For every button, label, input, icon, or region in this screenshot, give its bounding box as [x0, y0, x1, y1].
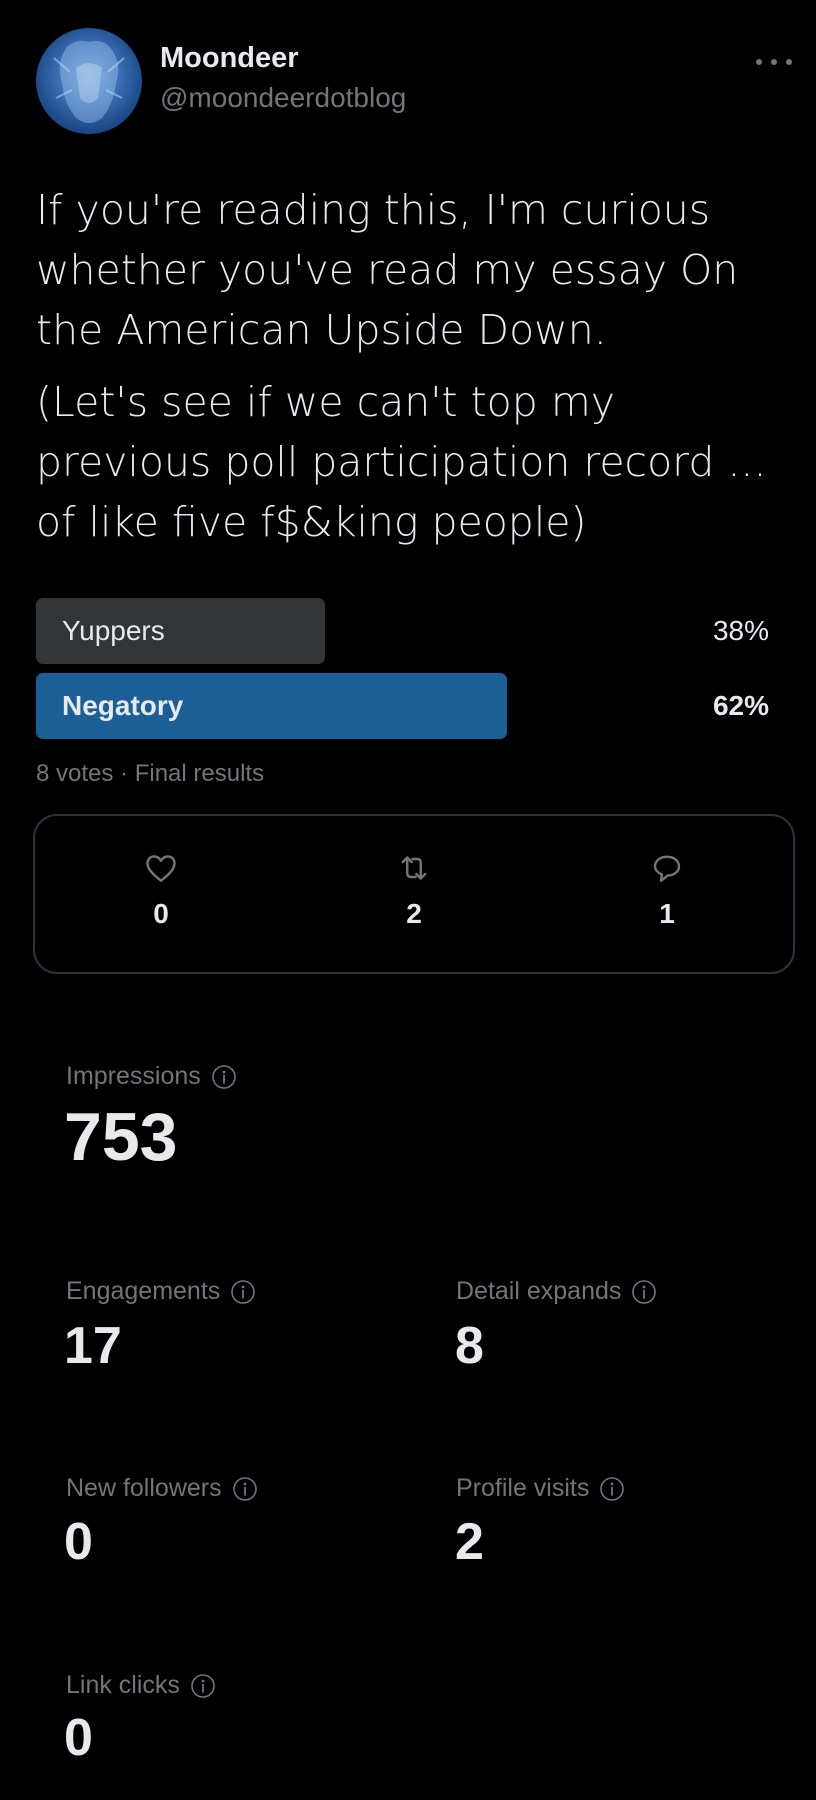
metric-label-text: Link clicks	[66, 1671, 180, 1699]
poll-option-percent: 62%	[712, 690, 769, 721]
metric-profile-visits-value: 2	[455, 1513, 484, 1571]
display-name[interactable]: Moondeer	[160, 42, 299, 75]
reply-button[interactable]: 1	[607, 850, 727, 960]
retweet-button[interactable]: 2	[354, 850, 474, 960]
retweet-count: 2	[406, 898, 422, 929]
avatar[interactable]	[36, 28, 142, 134]
poll-results-meta: 8 votes · Final results	[36, 760, 265, 787]
poll-option-label: Negatory	[62, 690, 184, 721]
metric-new-followers-value: 0	[64, 1513, 93, 1571]
metric-link-clicks-value: 0	[64, 1709, 93, 1767]
like-count: 0	[153, 898, 169, 929]
like-button[interactable]: 0	[101, 850, 221, 960]
poll-option-label: Yuppers	[62, 615, 165, 646]
more-icon[interactable]	[756, 50, 792, 74]
info-icon[interactable]	[599, 1476, 625, 1502]
poll-option-percent: 38%	[712, 615, 769, 646]
reply-count: 1	[659, 898, 675, 929]
metric-engagements-label: Engagements	[66, 1277, 256, 1306]
heart-icon	[146, 855, 176, 882]
metric-label-text: New followers	[66, 1474, 222, 1502]
tweet-text-paragraph-1: If you're reading this, I'm curious whet…	[36, 186, 739, 354]
metric-detail-expands-value: 8	[455, 1317, 484, 1375]
metric-engagements-value: 17	[64, 1317, 122, 1375]
metric-impressions-value: 753	[64, 1099, 178, 1175]
reply-icon	[653, 855, 681, 882]
metric-link-clicks-label: Link clicks	[66, 1671, 216, 1700]
tweet-text-paragraph-2: (Let's see if we can't top my previous p…	[36, 378, 767, 546]
info-icon[interactable]	[230, 1279, 256, 1305]
retweet-icon	[401, 856, 427, 880]
metric-label-text: Profile visits	[456, 1474, 590, 1502]
info-icon[interactable]	[190, 1673, 216, 1699]
info-icon[interactable]	[631, 1279, 657, 1305]
metric-label-text: Engagements	[66, 1277, 221, 1305]
info-icon[interactable]	[211, 1064, 237, 1090]
metric-label-text: Detail expands	[456, 1277, 622, 1305]
metric-label-text: Impressions	[66, 1062, 201, 1090]
info-icon[interactable]	[232, 1476, 258, 1502]
metric-detail-expands-label: Detail expands	[456, 1277, 657, 1306]
metric-impressions-label: Impressions	[66, 1062, 237, 1091]
metric-profile-visits-label: Profile visits	[456, 1474, 625, 1503]
metric-new-followers-label: New followers	[66, 1474, 258, 1503]
user-handle[interactable]: @moondeerdotblog	[160, 82, 406, 114]
